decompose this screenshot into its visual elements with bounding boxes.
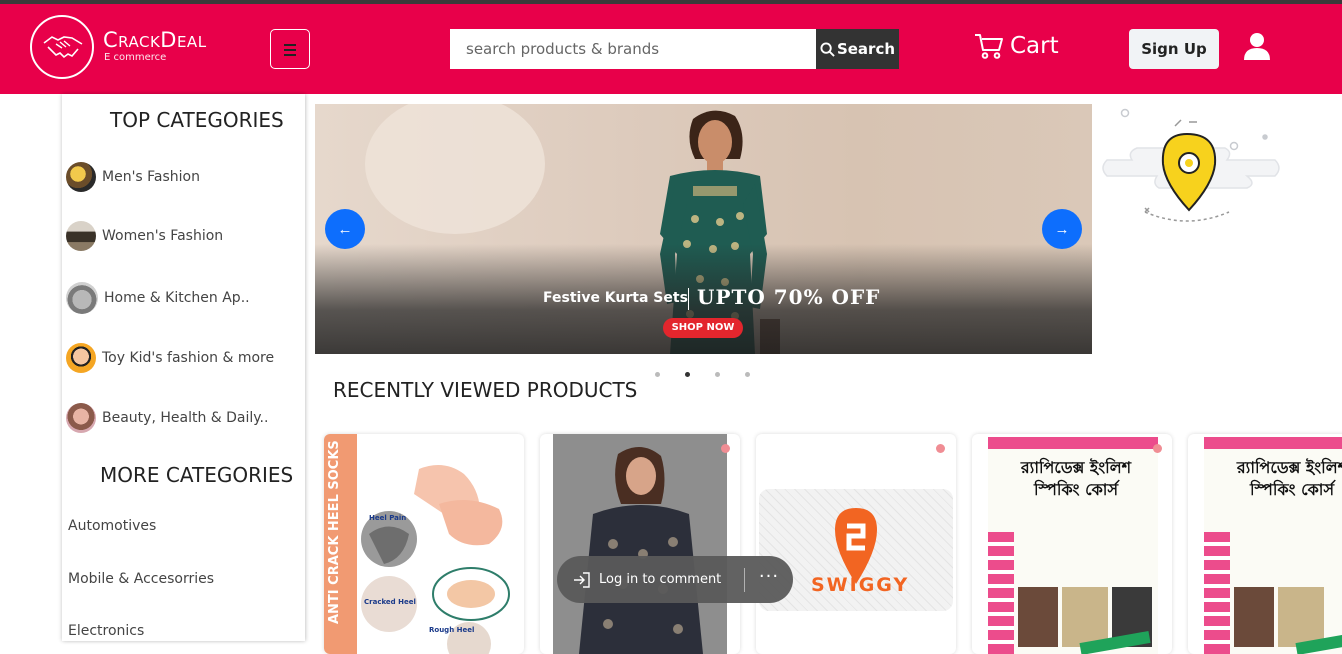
user-icon[interactable] [1243,32,1271,66]
product-sub-label: Rough Heel [429,626,475,634]
product-sub-label: Heel Pain [369,514,407,522]
carousel-next-button[interactable]: → [1042,209,1082,249]
carousel-indicators [655,372,750,377]
book-cover-image: র‍্যাপিডেক্স ইংলিশ স্পিকিং কোর্স [988,437,1158,654]
search-icon [820,41,835,57]
sidebar-item-beauty[interactable]: Beauty, Health & Daily.. [66,403,268,433]
brand-logo[interactable] [30,15,94,79]
sidebar-item-kids[interactable]: Toy Kid's fashion & more [66,343,274,373]
sidebar-item-mobile-accessories[interactable]: Mobile & Accesorries [68,571,214,587]
login-to-comment-toast: Log in to comment ··· [557,556,793,603]
sidebar-item-automotives[interactable]: Automotives [68,518,156,534]
product-card[interactable]: র‍্যাপিডেক্স ইংলিশ স্পিকিং কোর্স [1188,434,1342,654]
arrow-right-icon: → [1054,220,1070,238]
top-categories-heading: TOP CATEGORIES [110,108,284,132]
brand-name[interactable]: CrackDeal [103,29,207,51]
heel-socks-image [361,465,510,654]
product-label: র‍্যাপিডেক্স ইংলিশ স্পিকিং কোর্স [1020,458,1132,499]
cart-link[interactable]: Cart [974,32,1059,60]
product-card[interactable]: র‍্যাপিডেক্স ইংলিশ স্পিকিং কোর্স [972,434,1172,654]
search-button[interactable]: Search [816,29,899,69]
category-sidebar: TOP CATEGORIES Men's Fashion Women's Fas… [62,94,305,641]
login-to-comment-button[interactable]: Log in to comment [557,571,744,588]
womens-fashion-thumbnail [66,221,96,251]
cart-icon [975,34,1003,59]
carousel-prev-button[interactable]: ← [325,209,365,249]
more-options-button[interactable]: ··· [745,566,793,587]
product-card[interactable]: SWIGGY [756,434,956,654]
shop-now-button[interactable]: SHOP NOW [663,318,743,338]
site-header: CrackDeal E commerce Search Cart Sign Up [0,4,1342,94]
sidebar-item-womens-fashion[interactable]: Women's Fashion [66,221,223,251]
sidebar-item-label: Men's Fashion [102,169,200,185]
product-label: র‍্যাপিডেক্স ইংলিশ স্পিকিং কোর্স [1236,458,1342,499]
product-label: SWIGGY [811,574,910,596]
handshake-icon [43,36,83,59]
shirt-model-image [553,434,727,654]
product-card[interactable]: ANTI CRACK HEEL SOCKS Heel Pain Cracked … [324,434,524,654]
home-kitchen-thumbnail [66,282,98,314]
sidebar-item-home-kitchen[interactable]: Home & Kitchen Ap.. [66,282,250,314]
recently-viewed-heading: RECENTLY VIEWED PRODUCTS [333,378,638,402]
sidebar-item-label: Home & Kitchen Ap.. [104,290,250,306]
arrow-left-icon: ← [337,220,353,238]
brand-tagline: E commerce [104,52,167,63]
wishlist-indicator[interactable] [721,444,730,453]
more-categories-heading: MORE CATEGORIES [100,463,294,487]
beauty-thumbnail [66,403,96,433]
product-card[interactable] [540,434,740,654]
book-cover-image: র‍্যাপিডেক্স ইংলিশ স্পিকিং কোর্স [1204,437,1342,654]
login-label: Log in to comment [599,572,722,587]
banner-separator [688,288,689,310]
search-button-label: Search [836,40,896,58]
wishlist-indicator[interactable] [936,444,945,453]
banner-caption: Festive Kurta Sets [543,290,688,306]
menu-toggle-button[interactable] [270,29,310,69]
login-icon [574,571,590,588]
sidebar-item-label: Women's Fashion [102,228,224,244]
carousel-dot[interactable] [655,372,660,377]
signup-button[interactable]: Sign Up [1129,29,1219,69]
sidebar-item-mens-fashion[interactable]: Men's Fashion [66,162,200,192]
hero-banner[interactable]: Festive Kurta Sets UPTO 70% OFF SHOP NOW… [315,104,1092,354]
mens-fashion-thumbnail [66,162,96,192]
sidebar-item-label: Toy Kid's fashion & more [102,350,275,366]
carousel-dot[interactable] [745,372,750,377]
wishlist-indicator[interactable] [1153,444,1162,453]
sidebar-item-label: Beauty, Health & Daily.. [102,410,269,426]
banner-offer: UPTO 70% OFF [697,285,881,309]
product-sub-label: Cracked Heel [364,598,416,606]
kids-thumbnail [66,343,96,373]
carousel-dot-active[interactable] [685,372,690,377]
search-input[interactable] [450,29,816,69]
carousel-dot[interactable] [715,372,720,377]
sidebar-item-electronics[interactable]: Electronics [68,623,144,639]
location-pin-illustration [1102,108,1280,222]
cart-label: Cart [1010,33,1059,59]
product-label: ANTI CRACK HEEL SOCKS [327,440,342,624]
